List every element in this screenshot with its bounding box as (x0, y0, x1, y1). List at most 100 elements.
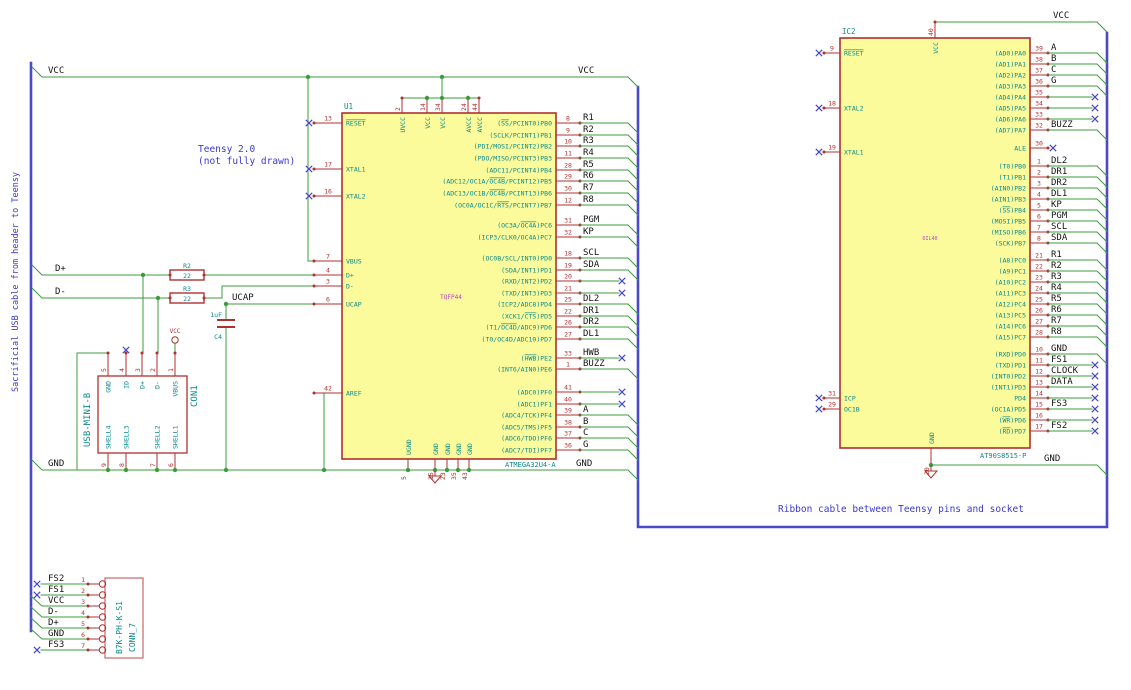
net-label-DR1[interactable]: DR1 (1051, 167, 1067, 177)
ic-value[interactable]: ATMEGA32U4-A (505, 461, 556, 469)
net-label-PGM[interactable]: PGM (583, 215, 600, 225)
wire[interactable] (30, 606, 89, 618)
net-label-DL1[interactable]: DL1 (583, 329, 599, 339)
wire[interactable] (579, 368, 639, 380)
ground-symbol[interactable] (427, 470, 443, 484)
net-label-DR2[interactable]: DR2 (1051, 178, 1067, 188)
net-label-DL1[interactable]: DL1 (1051, 189, 1067, 199)
net-label-R2[interactable]: R2 (1051, 261, 1062, 271)
resistor-value[interactable]: 22 (183, 272, 191, 280)
resistor-R2[interactable]: R222 (168, 262, 206, 281)
net-label-R7[interactable]: R7 (1051, 316, 1062, 326)
wire[interactable] (579, 269, 639, 281)
net-label-SDA[interactable]: SDA (583, 260, 600, 270)
net-label-gnd[interactable]: GND (1044, 454, 1060, 464)
wire[interactable] (30, 617, 89, 629)
net-label-R4[interactable]: R4 (1051, 283, 1062, 293)
net-label-gnd[interactable]: GND (48, 459, 64, 469)
connector-body[interactable] (104, 577, 144, 659)
resistor-R3[interactable]: R322 (168, 285, 206, 304)
connector-reference[interactable]: CONN_7 (128, 623, 137, 652)
net-label-FS3[interactable]: FS3 (1051, 399, 1067, 409)
net-label-DATA[interactable]: DATA (1051, 377, 1073, 387)
net-label-vcc[interactable]: VCC (578, 66, 594, 76)
wire[interactable] (1047, 129, 1108, 141)
net-label-C[interactable]: C (1051, 65, 1056, 75)
capacitor-C4[interactable]: 1uF C4 (210, 311, 235, 341)
wire[interactable] (579, 426, 639, 438)
vcc-power-symbol[interactable]: VCC (170, 328, 181, 344)
connector-CONN_7[interactable]: B7K-PH-K-S1 CONN_7 FS2 1 FS1 2 VCC 3 D- 4 D+ 5 GND 6 F… (30, 574, 144, 659)
net-label-A[interactable]: A (583, 405, 589, 415)
connector-CON1[interactable]: USB-MINI-B CON1 5 GND 4 ID 3 D+ 2 D- 1 VBUS 9 SHELL4 8… (83, 346, 200, 470)
wire[interactable] (934, 21, 1108, 33)
net-label-R8[interactable]: R8 (1051, 327, 1062, 337)
wire[interactable] (930, 464, 1108, 476)
net-label-D+[interactable]: D+ (48, 618, 59, 628)
wire[interactable] (579, 437, 639, 449)
wire[interactable] (202, 285, 315, 299)
connector-reference[interactable]: CON1 (190, 385, 200, 407)
net-label-R1[interactable]: R1 (583, 113, 594, 123)
net-label-vcc[interactable]: VCC (48, 66, 64, 76)
net-label-dminus[interactable]: D- (55, 287, 66, 297)
net-label-FS2[interactable]: FS2 (48, 574, 64, 584)
ic-value[interactable]: AT90S8515-P (980, 452, 1026, 460)
ic-footprint[interactable]: TQFP44 (440, 294, 462, 301)
net-label-R7[interactable]: R7 (583, 183, 594, 193)
net-label-GND[interactable]: GND (1051, 344, 1067, 354)
net-label-FS2[interactable]: FS2 (1051, 421, 1067, 431)
capacitor-value[interactable]: 1uF (210, 311, 222, 319)
wire[interactable] (1047, 63, 1108, 75)
wire[interactable] (579, 204, 639, 216)
net-label-FS3[interactable]: FS3 (48, 640, 64, 650)
ic-footprint[interactable]: DIL40 (922, 236, 937, 242)
resistor-reference[interactable]: R2 (183, 262, 191, 270)
net-label-KP[interactable]: KP (1051, 200, 1062, 210)
resistor-value[interactable]: 22 (183, 295, 191, 303)
wire[interactable] (1047, 52, 1108, 64)
resistor-reference[interactable]: R3 (183, 285, 191, 293)
net-label-SDA[interactable]: SDA (1051, 233, 1068, 243)
net-label-A[interactable]: A (1051, 43, 1057, 53)
net-label-B[interactable]: B (583, 417, 588, 427)
net-label-GND[interactable]: GND (48, 629, 64, 639)
net-label-G[interactable]: G (1051, 76, 1056, 86)
net-label-R1[interactable]: R1 (1051, 250, 1062, 260)
wire[interactable] (31, 287, 171, 299)
net-label-PGM[interactable]: PGM (1051, 211, 1068, 221)
net-label-ucap[interactable]: UCAP (232, 293, 254, 303)
connector-value[interactable]: USB-MINI-B (83, 393, 93, 447)
wire[interactable] (1047, 74, 1108, 86)
net-label-R6[interactable]: R6 (1051, 305, 1062, 315)
wire[interactable] (579, 414, 639, 426)
net-label-CLOCK[interactable]: CLOCK (1051, 366, 1079, 376)
net-label-G[interactable]: G (583, 440, 588, 450)
net-label-R3[interactable]: R3 (583, 136, 594, 146)
ic-U1[interactable]: U1ATMEGA32U4-ATQFP4413RESET17XTAL116XTAL… (305, 96, 639, 481)
net-label-KP[interactable]: KP (583, 227, 594, 237)
ic-reference[interactable]: U1 (344, 102, 353, 111)
ic-reference[interactable]: IC2 (842, 27, 856, 36)
wire[interactable] (31, 66, 639, 88)
net-label-R6[interactable]: R6 (583, 171, 594, 181)
net-label-DR1[interactable]: DR1 (583, 306, 599, 316)
schematic-canvas[interactable]: VCC VCCD+D-UCAPGND GNDVCCGNDTeensy 2.0(not… (0, 0, 1131, 690)
net-label-gnd[interactable]: GND (576, 459, 592, 469)
net-label-SCL[interactable]: SCL (1051, 222, 1067, 232)
net-label-R4[interactable]: R4 (583, 148, 594, 158)
net-label-BUZZ[interactable]: BUZZ (1051, 120, 1073, 130)
net-label-BUZZ[interactable]: BUZZ (583, 359, 605, 369)
capacitor-reference[interactable]: C4 (214, 333, 222, 341)
net-label-FS1[interactable]: FS1 (1051, 355, 1067, 365)
net-label-FS1[interactable]: FS1 (48, 585, 64, 595)
net-label-C[interactable]: C (583, 428, 588, 438)
net-label-R5[interactable]: R5 (1051, 294, 1062, 304)
net-label-vcc[interactable]: VCC (1053, 11, 1069, 21)
net-label-R2[interactable]: R2 (583, 125, 594, 135)
net-label-D-[interactable]: D- (48, 607, 59, 617)
net-label-R5[interactable]: R5 (583, 160, 594, 170)
net-label-DL2[interactable]: DL2 (583, 294, 599, 304)
net-label-HWB[interactable]: HWB (583, 348, 599, 358)
net-label-dplus[interactable]: D+ (55, 264, 66, 274)
